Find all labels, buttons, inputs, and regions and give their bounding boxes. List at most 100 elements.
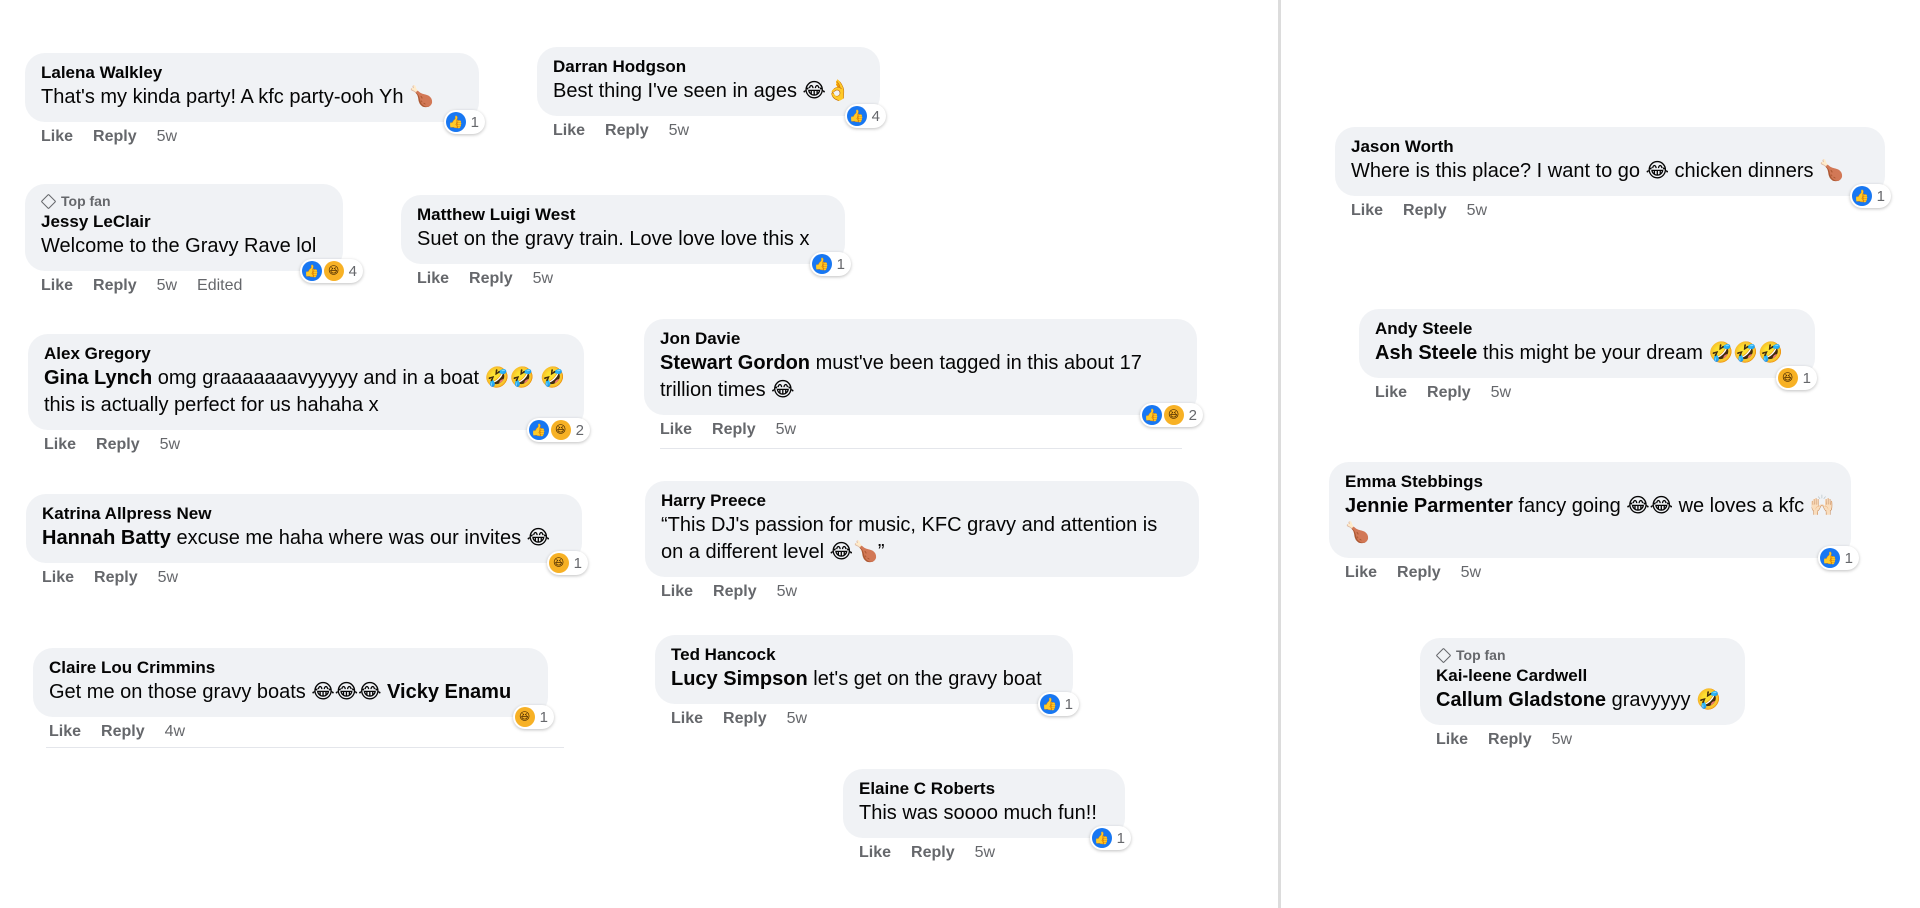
comment-bubble: Jon Davie Stewart Gordon must've been ta… <box>644 319 1203 427</box>
comment-author[interactable]: Ted Hancock <box>671 644 1057 666</box>
reactions-badge[interactable]: 👍 4 <box>844 104 886 128</box>
reply-button[interactable]: Reply <box>101 723 145 741</box>
reply-button[interactable]: Reply <box>469 270 513 288</box>
mentioned-user[interactable]: Callum Gladstone <box>1436 689 1606 711</box>
like-button[interactable]: Like <box>42 569 74 587</box>
comment-text-body: excuse me haha where was our invites 😂 <box>170 527 551 549</box>
comment-author[interactable]: Emma Stebbings <box>1345 471 1835 493</box>
timestamp[interactable]: 4w <box>165 723 185 741</box>
comment-author[interactable]: Jessy LeClair <box>41 211 327 233</box>
reactions-badge[interactable]: 👍 1 <box>1089 826 1131 850</box>
comment-bubble: Alex Gregory Gina Lynch omg graaaaaaavyy… <box>28 334 590 442</box>
like-button[interactable]: Like <box>44 436 76 454</box>
laughing-face-icon: 😆 <box>548 553 569 573</box>
reply-button[interactable]: Reply <box>712 421 756 439</box>
edited-label[interactable]: Edited <box>197 277 242 295</box>
timestamp[interactable]: 5w <box>776 421 796 439</box>
reactions-badge[interactable]: 😆 1 <box>546 551 588 575</box>
reply-button[interactable]: Reply <box>605 122 649 140</box>
timestamp[interactable]: 5w <box>669 122 689 140</box>
mentioned-user[interactable]: Hannah Batty <box>42 527 171 549</box>
timestamp[interactable]: 5w <box>533 270 553 288</box>
reactions-badge[interactable]: 👍 😆 2 <box>1139 403 1203 427</box>
like-button[interactable]: Like <box>417 270 449 288</box>
like-button[interactable]: Like <box>1345 564 1377 582</box>
like-button[interactable]: Like <box>1436 731 1468 749</box>
reply-button[interactable]: Reply <box>94 569 138 587</box>
comment: Andy Steele Ash Steele this might be you… <box>1359 309 1817 402</box>
reactions-badge[interactable]: 👍 1 <box>1037 692 1079 716</box>
like-button[interactable]: Like <box>661 583 693 601</box>
comment-author[interactable]: Kai-leene Cardwell <box>1436 665 1729 687</box>
reply-button[interactable]: Reply <box>93 128 137 146</box>
comment-author[interactable]: Andy Steele <box>1375 318 1799 340</box>
like-button[interactable]: Like <box>49 723 81 741</box>
comment-author[interactable]: Claire Lou Crimmins <box>49 657 532 679</box>
comment-author[interactable]: Matthew Luigi West <box>417 204 829 226</box>
reply-button[interactable]: Reply <box>713 583 757 601</box>
reactions-badge[interactable]: 👍 1 <box>1817 546 1859 570</box>
reply-button[interactable]: Reply <box>93 277 137 295</box>
comment-author[interactable]: Elaine C Roberts <box>859 778 1109 800</box>
like-button[interactable]: Like <box>660 421 692 439</box>
timestamp[interactable]: 5w <box>157 128 177 146</box>
thumbs-up-icon: 👍 <box>445 112 466 132</box>
like-button[interactable]: Like <box>553 122 585 140</box>
reply-button[interactable]: Reply <box>911 844 955 862</box>
timestamp[interactable]: 5w <box>777 583 797 601</box>
comment-text: Lucy Simpson let's get on the gravy boat <box>671 666 1057 693</box>
comment-author[interactable]: Darran Hodgson <box>553 56 864 78</box>
comment-author[interactable]: Katrina Allpress New <box>42 503 566 525</box>
comment-actions: Like Reply 5w <box>671 710 1073 728</box>
comment: Katrina Allpress New Hannah Batty excuse… <box>26 494 588 587</box>
timestamp[interactable]: 5w <box>1552 731 1572 749</box>
mentioned-user[interactable]: Vicky Enamu <box>387 681 511 703</box>
comment-author[interactable]: Lalena Walkley <box>41 62 463 84</box>
comment: Top fan Kai-leene Cardwell Callum Gladst… <box>1420 638 1745 749</box>
comment-bubble: Top fan Kai-leene Cardwell Callum Gladst… <box>1420 638 1745 725</box>
separator-line <box>660 448 1182 449</box>
like-button[interactable]: Like <box>41 128 73 146</box>
mentioned-user[interactable]: Jennie Parmenter <box>1345 495 1513 517</box>
reply-button[interactable]: Reply <box>96 436 140 454</box>
like-button[interactable]: Like <box>1375 384 1407 402</box>
timestamp[interactable]: 5w <box>1461 564 1481 582</box>
timestamp[interactable]: 5w <box>1491 384 1511 402</box>
comment-author[interactable]: Jason Worth <box>1351 136 1869 158</box>
reactions-badge[interactable]: 👍 😆 4 <box>299 259 363 283</box>
thumbs-up-icon: 👍 <box>301 261 322 281</box>
timestamp[interactable]: 5w <box>157 277 177 295</box>
timestamp[interactable]: 5w <box>787 710 807 728</box>
mentioned-user[interactable]: Stewart Gordon <box>660 352 810 374</box>
timestamp[interactable]: 5w <box>1467 202 1487 220</box>
comment: Claire Lou Crimmins Get me on those grav… <box>33 648 554 741</box>
timestamp[interactable]: 5w <box>158 569 178 587</box>
mentioned-user[interactable]: Lucy Simpson <box>671 668 808 690</box>
reply-button[interactable]: Reply <box>1488 731 1532 749</box>
mentioned-user[interactable]: Ash Steele <box>1375 342 1477 364</box>
reactions-badge[interactable]: 👍 😆 2 <box>526 418 590 442</box>
reactions-badge[interactable]: 👍 1 <box>809 252 851 276</box>
reply-button[interactable]: Reply <box>1397 564 1441 582</box>
like-button[interactable]: Like <box>41 277 73 295</box>
reactions-badge[interactable]: 👍 1 <box>1849 184 1891 208</box>
like-button[interactable]: Like <box>859 844 891 862</box>
comment-author[interactable]: Jon Davie <box>660 328 1181 350</box>
reply-button[interactable]: Reply <box>723 710 767 728</box>
top-fan-badge: Top fan <box>1435 647 1729 663</box>
reactions-badge[interactable]: 😆 1 <box>512 705 554 729</box>
like-button[interactable]: Like <box>1351 202 1383 220</box>
comment-author[interactable]: Alex Gregory <box>44 343 568 365</box>
thumbs-up-icon: 👍 <box>1851 186 1872 206</box>
reply-button[interactable]: Reply <box>1427 384 1471 402</box>
reactions-badge[interactable]: 😆 1 <box>1775 366 1817 390</box>
comment-author[interactable]: Harry Preece <box>661 490 1183 512</box>
like-button[interactable]: Like <box>671 710 703 728</box>
laughing-face-icon: 😆 <box>323 261 344 281</box>
comment: Harry Preece “This DJ's passion for musi… <box>645 481 1199 601</box>
reactions-badge[interactable]: 👍 1 <box>443 110 485 134</box>
timestamp[interactable]: 5w <box>975 844 995 862</box>
reply-button[interactable]: Reply <box>1403 202 1447 220</box>
mentioned-user[interactable]: Gina Lynch <box>44 367 152 389</box>
timestamp[interactable]: 5w <box>160 436 180 454</box>
